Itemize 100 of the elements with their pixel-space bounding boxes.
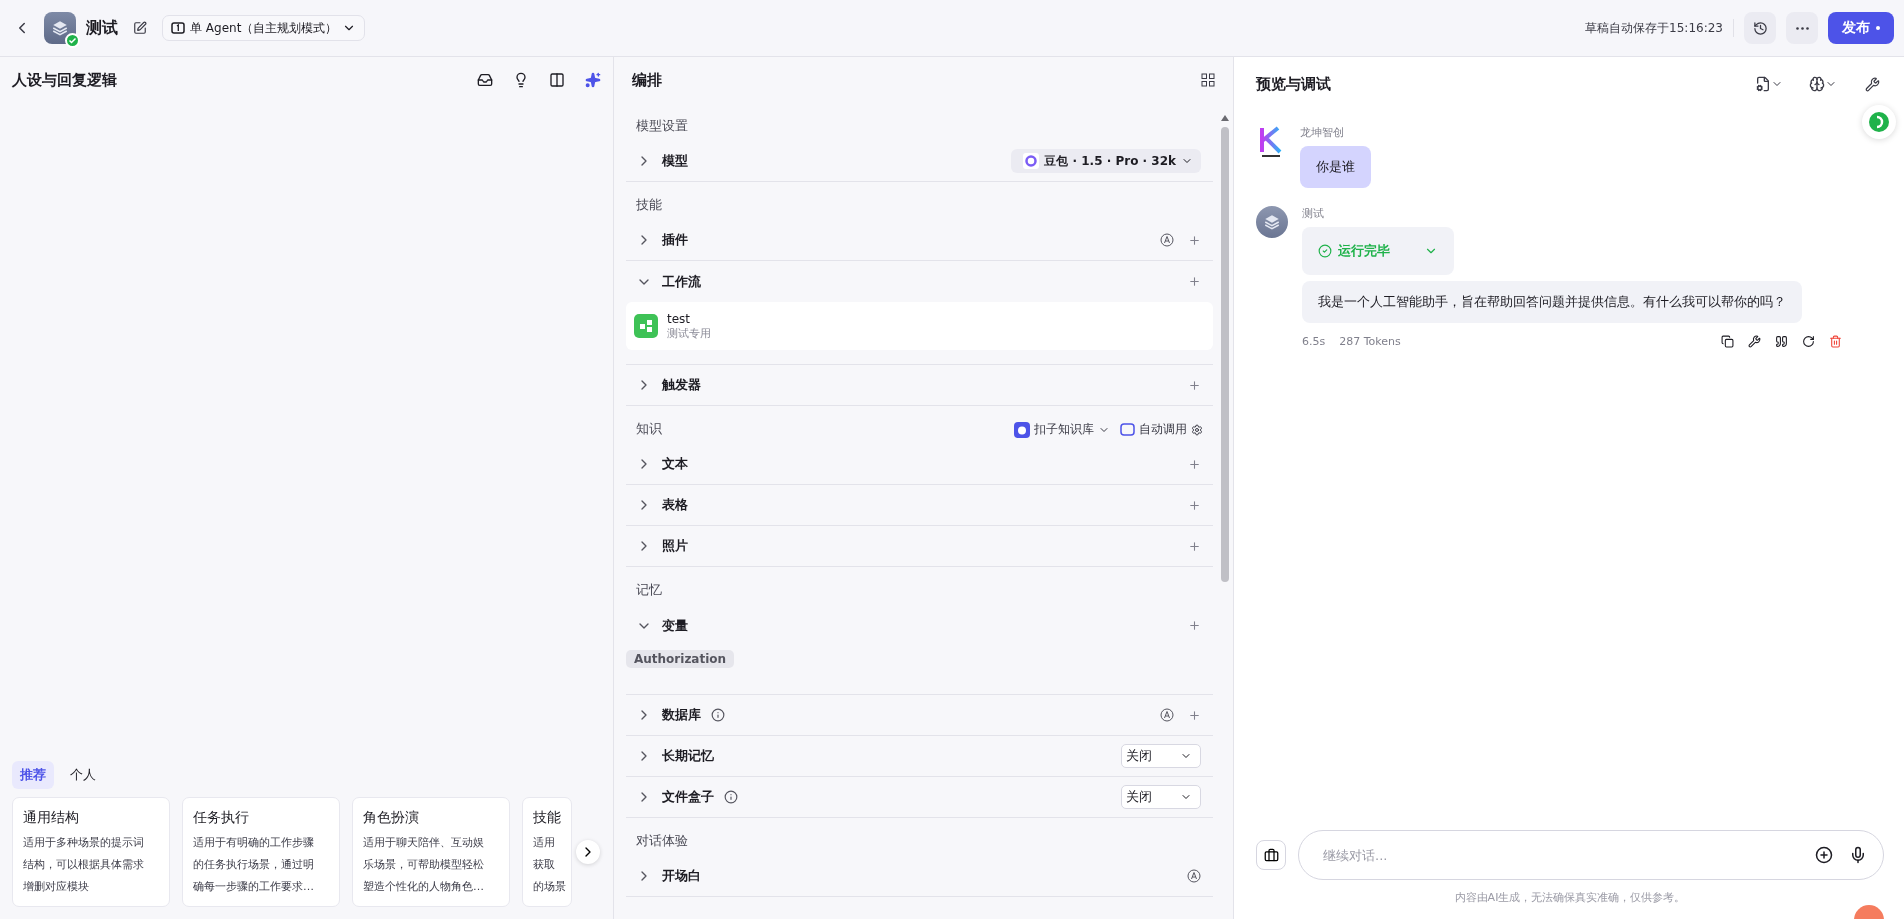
template-description: 获取	[533, 857, 555, 873]
section-label: 变量	[662, 616, 688, 635]
publish-button[interactable]: 发布	[1828, 12, 1894, 44]
check-circle-icon	[1318, 244, 1332, 258]
delete-icon[interactable]	[1829, 335, 1842, 348]
user-message: 你是谁	[1300, 146, 1371, 188]
wrench-icon[interactable]	[1748, 335, 1761, 348]
add-icon[interactable]	[1815, 846, 1833, 864]
auto-icon[interactable]	[1160, 708, 1174, 722]
assistant-button[interactable]	[1862, 105, 1896, 139]
microphone-icon[interactable]	[1849, 846, 1867, 864]
section-label: 长期记忆	[662, 747, 714, 765]
template-title: 通用结构	[23, 808, 79, 826]
mode-dropdown[interactable]: 单 Agent（自主规划模式）	[162, 15, 366, 41]
section-label: 开场白	[662, 867, 701, 885]
section-label: 文本	[662, 455, 688, 473]
workflow-description: 测试专用	[667, 325, 711, 341]
workflow-name: test	[667, 311, 692, 326]
section-label: 文件盒子	[662, 788, 714, 806]
wrench-icon	[1864, 76, 1880, 92]
template-card[interactable]: 技能 适用 获取 的场景	[522, 797, 572, 907]
bot-message: 我是一个人工智能助手，旨在帮助回答问题并提供信息。有什么我可以帮你的吗？	[1302, 281, 1802, 323]
template-description: 塑造个性化的人物角色…	[363, 879, 484, 895]
save-status: 草稿自动保存于15:16:23	[1585, 19, 1723, 37]
token-count: 287 Tokens	[1339, 335, 1401, 348]
section-label: 模型	[662, 152, 688, 170]
section-heading: 知识	[636, 420, 663, 438]
settings-icon	[1191, 423, 1203, 436]
template-card[interactable]: 任务执行 适用于有明确的工作步骤 的任务执行场景，通过明 确每一步骤的工作要求…	[182, 797, 340, 907]
section-label: 工作流	[662, 272, 701, 291]
template-title: 任务执行	[193, 808, 249, 826]
section-heading: 记忆	[636, 581, 663, 599]
briefcase-icon	[1263, 847, 1279, 863]
mode-icon	[171, 21, 185, 35]
template-description: 结构，可以根据具体需求	[23, 857, 144, 873]
auto-invoke-button[interactable]: 自动调用	[1120, 421, 1203, 438]
knowledge-base-dropdown[interactable]: 扣子知识库	[1014, 421, 1110, 438]
template-description: 适用	[533, 835, 555, 851]
template-title: 技能	[533, 808, 561, 826]
sparkle-icon[interactable]	[585, 72, 601, 88]
next-button[interactable]	[576, 840, 600, 864]
history-button[interactable]	[1744, 12, 1776, 44]
template-description: 的场景	[533, 879, 566, 895]
check-badge-icon	[65, 33, 80, 48]
template-description: 增删对应模块	[23, 879, 89, 895]
edit-icon	[133, 21, 147, 35]
section-label: 插件	[662, 231, 688, 249]
template-card[interactable]: 通用结构 适用于多种场景的提示词 结构，可以根据具体需求 增删对应模块	[12, 797, 170, 907]
section-label: 照片	[662, 537, 688, 555]
model-logo-icon	[1023, 153, 1040, 169]
template-tab[interactable]: 推荐	[12, 761, 54, 789]
inbox-icon[interactable]	[477, 72, 493, 88]
section-label: 表格	[662, 496, 688, 514]
section-heading: 模型设置	[636, 117, 689, 135]
chat-input-field[interactable]: 继续对话...	[1298, 830, 1884, 880]
layers-icon	[1263, 213, 1281, 231]
panel-title: 预览与调试	[1256, 74, 1332, 94]
refresh-icon[interactable]	[1802, 335, 1815, 348]
panel-title: 编排	[632, 70, 663, 90]
copy-icon[interactable]	[1721, 335, 1734, 348]
variable-tag[interactable]: Authorization	[626, 650, 735, 668]
assistant-icon	[1868, 111, 1890, 133]
workflow-card[interactable]: test 测试专用	[626, 302, 1213, 350]
panel-title: 人设与回复逻辑	[12, 70, 118, 90]
more-icon	[1795, 26, 1809, 30]
template-title: 角色扮演	[363, 808, 419, 826]
template-description: 乐场景，可帮助模型轻松	[363, 857, 484, 873]
document-gear-icon	[1755, 76, 1771, 92]
model-select[interactable]: 豆包 · 1.5 · Pro · 32k	[1011, 149, 1201, 173]
template-card[interactable]: 角色扮演 适用于聊天陪伴、互动娱 乐场景，可帮助模型轻松 塑造个性化的人物角色…	[352, 797, 510, 907]
history-icon	[1752, 20, 1768, 36]
scrollbar-thumb[interactable]	[1221, 127, 1229, 582]
quote-icon[interactable]	[1775, 335, 1788, 348]
disclaimer: 内容由AI生成，无法确保真实准确，仅供参考。	[1454, 890, 1686, 905]
section-heading: 对话体验	[636, 832, 689, 850]
response-time: 6.5s	[1302, 335, 1326, 348]
toolbox-button[interactable]	[1256, 840, 1286, 870]
lightbulb-icon[interactable]	[513, 72, 529, 88]
grid-icon[interactable]	[1201, 73, 1215, 87]
section-label: 数据库	[662, 706, 701, 724]
brain-icon	[1809, 76, 1825, 92]
auto-icon[interactable]	[1160, 233, 1174, 247]
agent-title: 测试	[86, 17, 118, 39]
scroll-up-icon[interactable]	[1221, 115, 1229, 121]
template-description: 的任务执行场景，通过明	[193, 857, 314, 873]
layers-icon	[51, 19, 69, 37]
chat-input[interactable]: 继续对话...	[1321, 846, 1799, 864]
template-description: 适用于有明确的工作步骤	[193, 835, 314, 851]
toggle-select[interactable]: 关闭	[1121, 785, 1201, 809]
section-heading: 技能	[636, 196, 663, 214]
template-description: 适用于多种场景的提示词	[23, 835, 144, 851]
sender-name: 龙坤智创	[1300, 125, 1344, 140]
section-label: 触发器	[662, 376, 701, 394]
auto-icon[interactable]	[1187, 869, 1201, 883]
toggle-select[interactable]: 关闭	[1121, 744, 1201, 768]
template-tab[interactable]: 个人	[62, 761, 104, 789]
template-description: 确每一步骤的工作要求…	[193, 879, 314, 895]
sender-name: 测试	[1302, 206, 1324, 221]
split-view-icon[interactable]	[549, 72, 565, 88]
template-description: 适用于聊天陪伴、互动娱	[363, 835, 484, 851]
